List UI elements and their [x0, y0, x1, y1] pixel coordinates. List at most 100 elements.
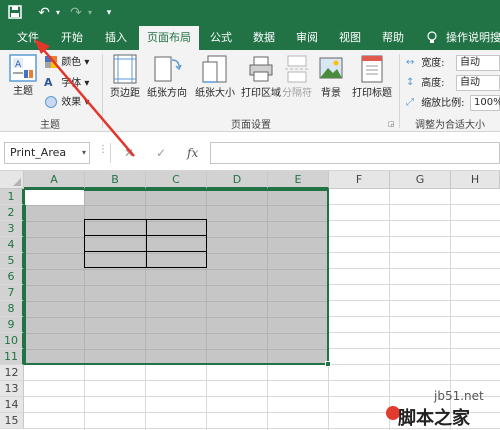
row-header-1[interactable]: 1: [0, 189, 24, 205]
column-header-c[interactable]: C: [146, 171, 207, 189]
row-header-7[interactable]: 7: [0, 285, 24, 301]
breaks-label: 分隔符: [282, 88, 312, 99]
height-row: ↕ 高度:: [406, 74, 445, 92]
themes-button[interactable]: A 主题: [6, 54, 40, 97]
tab-view[interactable]: 视图: [331, 26, 369, 50]
row-header-5[interactable]: 5: [0, 253, 24, 269]
select-all-button[interactable]: [0, 171, 24, 189]
tab-help[interactable]: 帮助: [374, 26, 412, 50]
fonts-label: 字体: [61, 78, 82, 89]
scale-row: ⤢ 缩放比例:: [406, 94, 465, 112]
tab-review[interactable]: 审阅: [288, 26, 326, 50]
width-icon: ↔: [406, 57, 415, 68]
watermark-site: jb51.net: [434, 389, 484, 403]
redo-dropdown-icon[interactable]: ▾: [86, 4, 94, 22]
formula-bar-grip-icon[interactable]: ⋮: [98, 144, 108, 155]
themes-icon: A: [9, 54, 37, 82]
watermark-name: 脚本之家: [398, 408, 470, 429]
title-bar: ↶ ▾ ↷ ▾ ▾: [0, 0, 500, 26]
row-header-15[interactable]: 15: [0, 413, 24, 429]
column-header-h[interactable]: H: [451, 171, 500, 189]
margins-button[interactable]: 页边距: [107, 54, 143, 99]
fonts-icon: A: [44, 76, 53, 89]
orientation-label: 纸张方向: [147, 88, 187, 99]
table-border-line: [146, 220, 147, 267]
background-button[interactable]: 背景: [316, 54, 346, 99]
name-box-dropdown-icon[interactable]: ▾: [82, 143, 86, 163]
row-header-9[interactable]: 9: [0, 317, 24, 333]
name-box-value: Print_Area: [10, 146, 67, 159]
row-header-8[interactable]: 8: [0, 301, 24, 317]
undo-icon[interactable]: ↶: [36, 4, 52, 22]
tab-home[interactable]: 开始: [52, 26, 92, 50]
page-size-button[interactable]: 纸张大小: [192, 54, 238, 99]
cancel-icon[interactable]: ✕: [124, 143, 134, 163]
width-label: 宽度:: [421, 58, 445, 69]
row-header-14[interactable]: 14: [0, 397, 24, 413]
effects-dropdown-icon: ▾: [81, 97, 90, 108]
orientation-button[interactable]: 纸张方向: [144, 54, 190, 99]
tab-file[interactable]: 文件: [8, 26, 48, 50]
page-size-label: 纸张大小: [195, 88, 235, 99]
tab-data[interactable]: 数据: [245, 26, 283, 50]
themes-label: 主题: [13, 86, 33, 97]
row-header-11[interactable]: 11: [0, 349, 24, 365]
print-area-icon: [249, 56, 273, 82]
page-size-icon: [202, 55, 227, 83]
page-setup-launcher-icon[interactable]: ◲: [388, 120, 395, 128]
row-header-4[interactable]: 4: [0, 237, 24, 253]
column-header-e[interactable]: E: [268, 171, 329, 189]
width-select[interactable]: 自动: [456, 55, 500, 71]
formula-input[interactable]: [210, 142, 500, 164]
scale-icon: ⤢: [406, 97, 414, 108]
insert-function-icon[interactable]: fx: [187, 143, 198, 163]
row-header-12[interactable]: 12: [0, 365, 24, 381]
bordered-cell-block[interactable]: [84, 219, 207, 268]
fonts-button[interactable]: A 字体 ▾: [44, 74, 89, 92]
height-label: 高度:: [421, 78, 445, 89]
print-titles-button[interactable]: 打印标题: [348, 54, 396, 99]
themes-group-label: 主题: [40, 120, 60, 131]
fill-handle[interactable]: [325, 361, 331, 367]
column-header-b[interactable]: B: [85, 171, 146, 189]
row-header-13[interactable]: 13: [0, 381, 24, 397]
margins-icon: [113, 54, 137, 84]
redo-icon[interactable]: ↷: [68, 4, 84, 22]
breaks-icon: [285, 55, 309, 83]
scale-input[interactable]: 100%: [470, 95, 500, 111]
select-all-icon: [13, 178, 21, 186]
print-area-label: 打印区域: [241, 88, 281, 99]
active-cell-a1[interactable]: [25, 190, 84, 205]
row-header-3[interactable]: 3: [0, 221, 24, 237]
print-area-button[interactable]: 打印区域: [238, 54, 284, 99]
enter-icon[interactable]: ✓: [156, 143, 166, 163]
row-header-2[interactable]: 2: [0, 205, 24, 221]
height-icon: ↕: [406, 77, 415, 88]
effects-button[interactable]: 效果 ▾: [44, 94, 89, 112]
name-box[interactable]: Print_Area ▾: [4, 142, 90, 164]
customize-qat-icon[interactable]: ▾: [104, 4, 114, 22]
print-area-selection[interactable]: [24, 189, 329, 365]
column-header-g[interactable]: G: [390, 171, 451, 189]
column-header-d[interactable]: D: [207, 171, 268, 189]
table-border-line: [85, 235, 206, 236]
tab-insert[interactable]: 插入: [96, 26, 136, 50]
breaks-button[interactable]: 分隔符: [280, 54, 314, 99]
column-header-f[interactable]: F: [329, 171, 390, 189]
colors-label: 颜色: [61, 57, 82, 68]
lightbulb-icon: [426, 31, 438, 45]
tab-page-layout[interactable]: 页面布局: [139, 26, 199, 50]
row-header-10[interactable]: 10: [0, 333, 24, 349]
row-header-6[interactable]: 6: [0, 269, 24, 285]
tell-me-search[interactable]: 操作说明搜: [446, 26, 500, 50]
colors-button[interactable]: 颜色 ▾: [44, 54, 89, 72]
ribbon-page-layout: A 主题 颜色 ▾ A 字体 ▾ 效果 ▾ 主题 页边距 纸张方向 纸张大小 打…: [0, 50, 500, 132]
formula-bar-separator: [110, 143, 111, 163]
save-icon[interactable]: [6, 4, 24, 22]
undo-dropdown-icon[interactable]: ▾: [54, 4, 62, 22]
height-select[interactable]: 自动: [456, 75, 500, 91]
tab-formulas[interactable]: 公式: [202, 26, 240, 50]
margins-label: 页边距: [110, 88, 140, 99]
column-header-a[interactable]: A: [24, 171, 85, 189]
scale-label: 缩放比例:: [421, 98, 465, 109]
